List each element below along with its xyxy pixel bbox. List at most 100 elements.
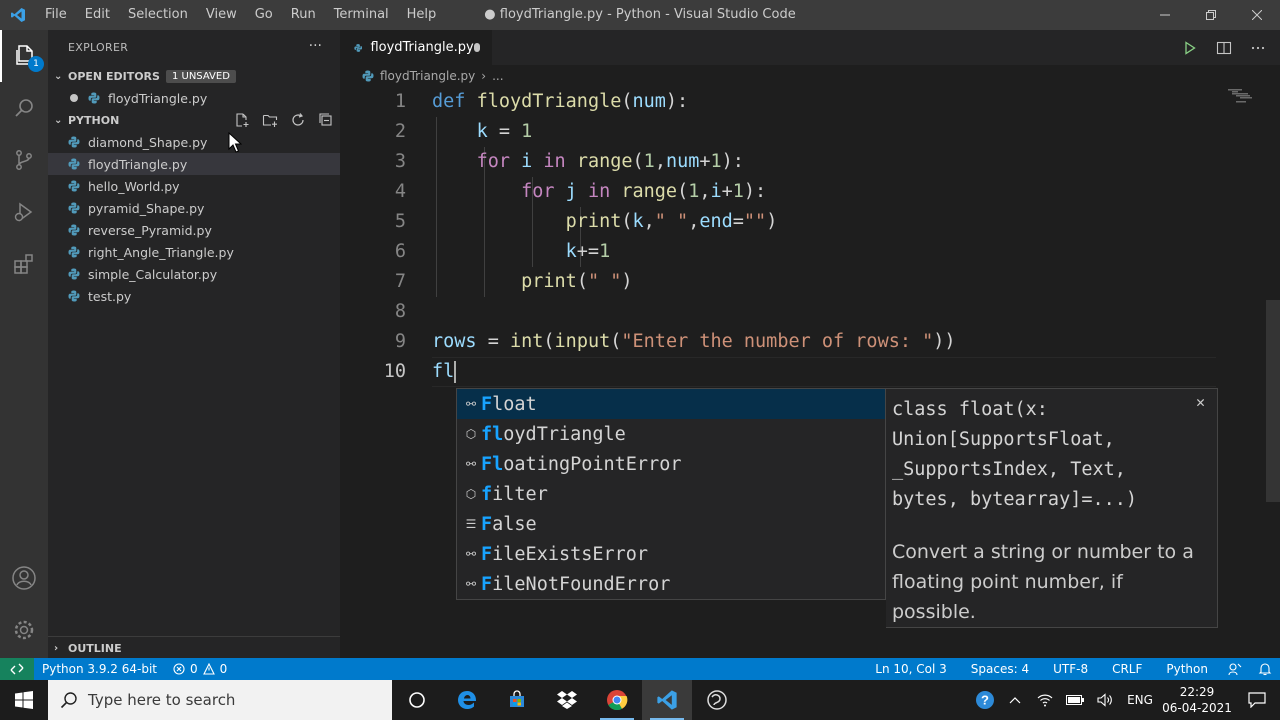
action-center-icon[interactable]	[1234, 692, 1280, 708]
file-item[interactable]: pyramid_Shape.py	[48, 197, 340, 219]
explorer-icon[interactable]: 1	[0, 30, 48, 82]
suggestion-item[interactable]: ⬡ filter	[457, 479, 885, 509]
file-item[interactable]: hello_World.py	[48, 175, 340, 197]
typed-text: fl	[432, 361, 455, 382]
chevron-up-icon[interactable]	[1000, 696, 1030, 704]
unsaved-dot-icon[interactable]	[70, 94, 78, 102]
help-icon[interactable]: ?	[970, 690, 1000, 710]
source-control-icon[interactable]	[0, 134, 48, 186]
new-file-icon[interactable]	[234, 112, 250, 128]
dropbox-icon[interactable]	[542, 680, 592, 720]
suggestion-label: FileExistsError	[481, 543, 649, 565]
suggestion-item[interactable]: ⚯ FileExistsError	[457, 539, 885, 569]
vertical-scrollbar[interactable]	[1266, 300, 1280, 502]
search-placeholder: Type here to search	[88, 691, 236, 709]
search-icon[interactable]	[0, 82, 48, 134]
outline-header[interactable]: › OUTLINE	[48, 637, 340, 659]
wifi-icon[interactable]	[1030, 693, 1060, 707]
new-folder-icon[interactable]	[262, 112, 278, 128]
menu-run[interactable]: Run	[282, 0, 325, 30]
line-number: 3	[394, 151, 406, 172]
clock[interactable]: 22:29 06-04-2021	[1160, 684, 1234, 716]
refresh-icon[interactable]	[290, 112, 306, 128]
vscode-taskbar-icon[interactable]	[642, 680, 692, 720]
tab-floydtriangle[interactable]: floydTriangle.py	[340, 30, 492, 65]
line-number: 10	[383, 361, 406, 382]
breadcrumb-more[interactable]: ...	[492, 69, 503, 83]
line-ending[interactable]: CRLF	[1100, 662, 1154, 676]
outline-section[interactable]: › OUTLINE	[48, 636, 340, 658]
app-circle-icon[interactable]	[692, 680, 742, 720]
menu-edit[interactable]: Edit	[76, 0, 119, 30]
menu-selection[interactable]: Selection	[119, 0, 197, 30]
account-icon[interactable]	[0, 552, 48, 604]
file-name: hello_World.py	[88, 178, 180, 194]
code-text: k+=1	[565, 241, 611, 262]
split-editor-icon[interactable]	[1216, 40, 1232, 56]
python-file-icon	[68, 224, 80, 236]
language-mode[interactable]: Python	[1154, 662, 1220, 676]
close-icon[interactable]	[1234, 0, 1280, 30]
file-item[interactable]: test.py	[48, 285, 340, 307]
open-editor-item[interactable]: floydTriangle.py	[48, 87, 340, 109]
run-debug-icon[interactable]	[0, 186, 48, 238]
restore-icon[interactable]	[1188, 0, 1234, 30]
line-number: 1	[394, 91, 406, 112]
minimize-icon[interactable]	[1142, 0, 1188, 30]
menu-help[interactable]: Help	[398, 0, 446, 30]
menu-terminal[interactable]: Terminal	[325, 0, 398, 30]
class-icon: ⚯	[465, 577, 477, 591]
indentation[interactable]: Spaces: 4	[959, 662, 1041, 676]
python-file-icon	[68, 136, 80, 148]
windows-start-icon[interactable]	[0, 680, 48, 720]
file-item[interactable]: diamond_Shape.py	[48, 131, 340, 153]
file-name: diamond_Shape.py	[88, 134, 208, 150]
collapse-all-icon[interactable]	[318, 112, 334, 128]
feedback-icon[interactable]	[1220, 662, 1250, 676]
code-editor[interactable]: 1 def floydTriangle(num): 2 k = 1 3 for i…	[340, 87, 1280, 387]
line-number: 7	[394, 271, 406, 292]
folder-python-header[interactable]: ⌄ PYTHON	[48, 109, 340, 131]
suggestion-item[interactable]: ⚯ FloatingPointError	[457, 449, 885, 479]
remote-icon[interactable]	[0, 658, 34, 680]
code-text: for j in range(1,i+1):	[521, 181, 767, 202]
encoding[interactable]: UTF-8	[1041, 662, 1100, 676]
cortana-icon[interactable]	[392, 680, 442, 720]
code-line: 5 print(k," ",end="")	[340, 207, 1280, 237]
more-actions-icon[interactable]: ···	[309, 38, 322, 54]
chrome-icon[interactable]	[592, 680, 642, 720]
file-item[interactable]: floydTriangle.py	[48, 153, 340, 175]
breadcrumb-file[interactable]: floydTriangle.py	[380, 69, 475, 83]
language-indicator[interactable]: ENG	[1120, 693, 1160, 707]
modified-dot-icon[interactable]	[473, 43, 480, 52]
suggestion-item[interactable]: ⬡ floydTriangle	[457, 419, 885, 449]
open-editors-header[interactable]: ⌄ OPEN EDITORS 1 UNSAVED	[48, 65, 340, 87]
edge-browser-icon[interactable]	[442, 680, 492, 720]
close-icon[interactable]: ✕	[1196, 393, 1205, 411]
menu-file[interactable]: File	[36, 0, 76, 30]
problems-indicator[interactable]: 0 0	[165, 662, 235, 676]
battery-icon[interactable]	[1060, 695, 1090, 705]
open-editor-filename: floydTriangle.py	[108, 90, 208, 106]
menu-view[interactable]: View	[197, 0, 246, 30]
notifications-bell-icon[interactable]	[1250, 662, 1280, 676]
suggestion-item[interactable]: ⚯ FileNotFoundError	[457, 569, 885, 599]
volume-icon[interactable]	[1090, 693, 1120, 707]
file-item[interactable]: right_Angle_Triangle.py	[48, 241, 340, 263]
code-line: 4 for j in range(1,i+1):	[340, 177, 1280, 207]
cursor-position[interactable]: Ln 10, Col 3	[863, 662, 959, 676]
menu-go[interactable]: Go	[246, 0, 282, 30]
file-item[interactable]: reverse_Pyramid.py	[48, 219, 340, 241]
more-actions-icon[interactable]	[1250, 40, 1266, 56]
taskbar-search[interactable]: Type here to search	[48, 680, 392, 720]
python-interpreter[interactable]: Python 3.9.2 64-bit	[34, 662, 165, 676]
suggestion-item[interactable]: ⚯ Float	[457, 389, 885, 419]
settings-gear-icon[interactable]	[0, 604, 48, 656]
extensions-icon[interactable]	[0, 238, 48, 290]
store-icon[interactable]	[492, 680, 542, 720]
editor-actions	[1182, 40, 1266, 56]
run-file-icon[interactable]	[1182, 40, 1198, 56]
file-item[interactable]: simple_Calculator.py	[48, 263, 340, 285]
suggestion-item[interactable]: ☰ False	[457, 509, 885, 539]
code-line: 3 for i in range(1,num+1):	[340, 147, 1280, 177]
